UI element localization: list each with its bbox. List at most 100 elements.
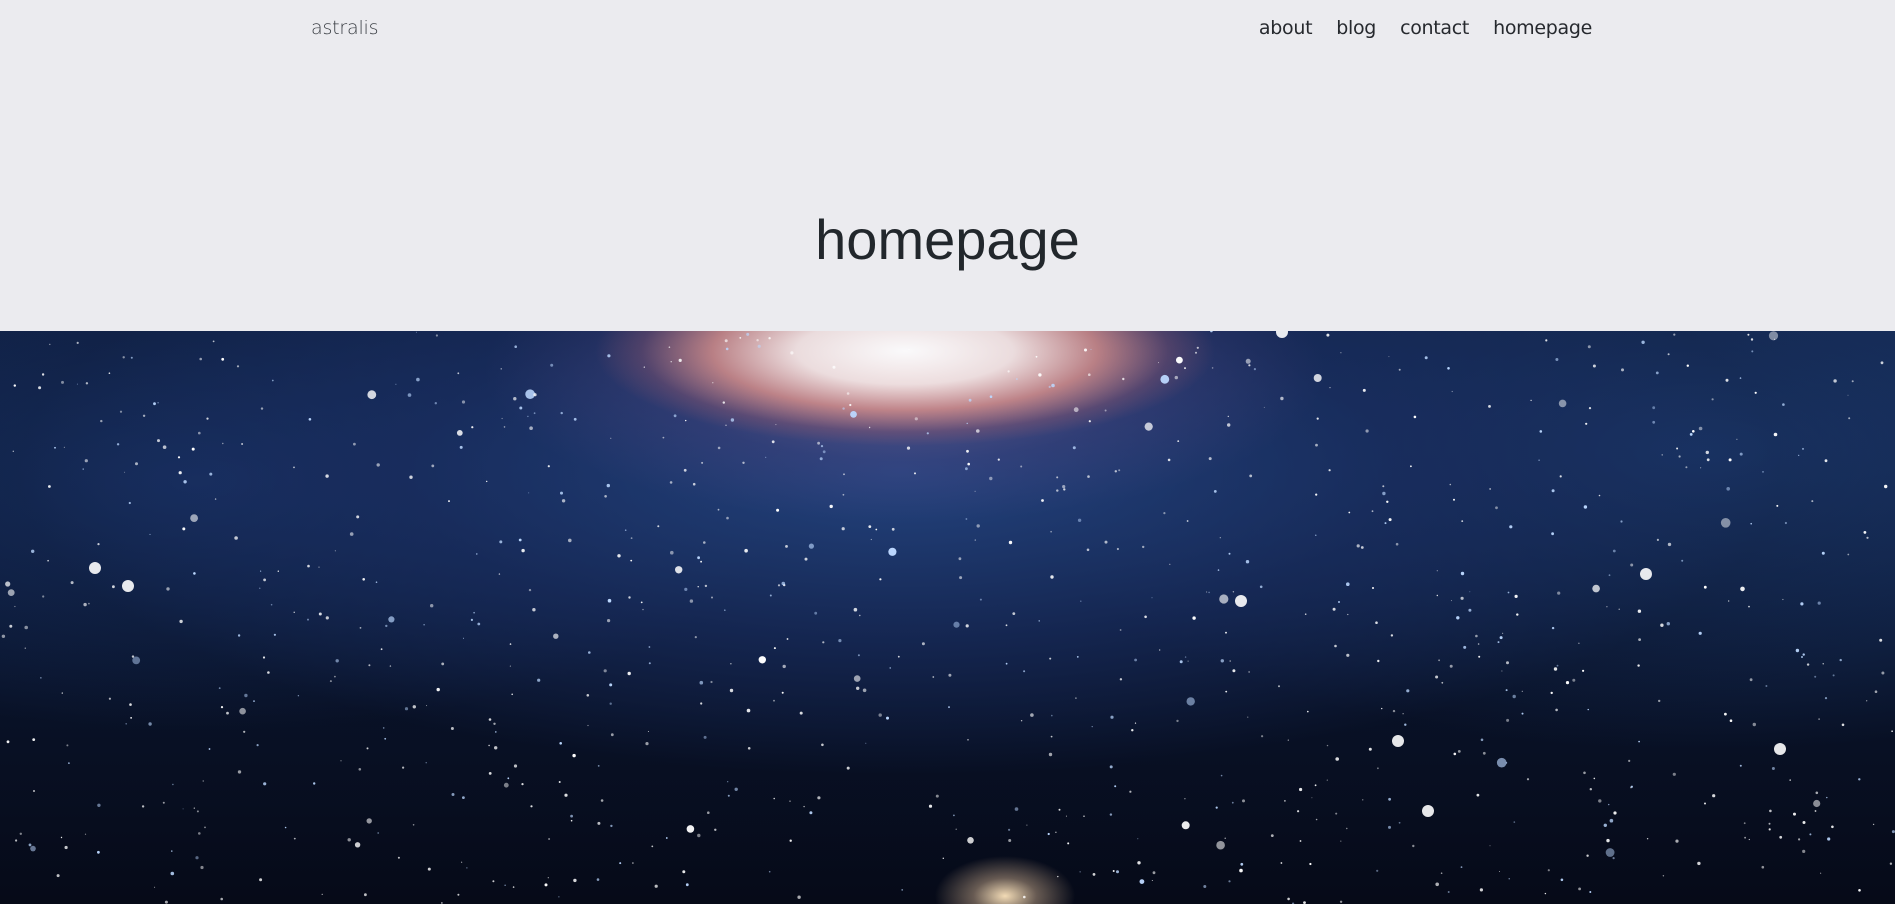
star — [692, 482, 696, 486]
star — [729, 688, 734, 693]
star — [1578, 887, 1581, 891]
star — [507, 777, 510, 780]
star — [368, 664, 371, 667]
star — [1551, 532, 1554, 536]
star — [570, 819, 573, 822]
star — [1075, 697, 1077, 699]
star — [212, 340, 215, 343]
star — [1057, 875, 1059, 878]
star — [1706, 458, 1710, 462]
nav-item-contact[interactable]: contact — [1400, 17, 1469, 39]
star — [202, 780, 204, 782]
star — [260, 407, 264, 410]
star — [561, 499, 566, 503]
star — [1440, 872, 1443, 874]
star — [1192, 616, 1196, 620]
star — [955, 828, 957, 830]
star — [856, 686, 860, 690]
star — [243, 730, 246, 733]
star — [397, 856, 400, 859]
star — [308, 418, 312, 421]
star — [1220, 659, 1225, 663]
star — [989, 476, 993, 481]
star — [1872, 823, 1875, 826]
star — [606, 483, 610, 488]
star — [41, 373, 45, 376]
star — [1144, 615, 1147, 619]
star — [1698, 631, 1702, 635]
star — [1774, 338, 1775, 340]
star — [1307, 710, 1309, 713]
bright-star — [1235, 595, 1247, 607]
star — [1748, 838, 1750, 841]
star — [1585, 422, 1588, 425]
star — [974, 490, 976, 492]
star — [1667, 353, 1670, 356]
star — [1811, 500, 1814, 503]
star — [942, 857, 944, 859]
star — [141, 805, 145, 808]
star — [24, 625, 29, 630]
star — [1457, 750, 1461, 753]
star — [1086, 548, 1090, 552]
star — [1583, 771, 1586, 775]
star — [1048, 752, 1053, 757]
star — [1453, 752, 1457, 756]
nav-item-homepage[interactable]: homepage — [1493, 17, 1592, 39]
star — [521, 783, 524, 786]
star — [100, 419, 103, 423]
star — [959, 576, 963, 580]
nav-item-about[interactable]: about — [1259, 17, 1313, 39]
star — [657, 525, 660, 528]
star — [1630, 563, 1634, 567]
star — [376, 463, 380, 467]
star — [1802, 653, 1805, 656]
star — [1023, 670, 1026, 673]
star — [1449, 664, 1453, 668]
star — [1739, 764, 1742, 767]
star — [1382, 491, 1386, 496]
star — [1874, 690, 1878, 693]
star — [809, 811, 813, 815]
star — [1245, 358, 1251, 364]
star — [675, 566, 683, 574]
star — [148, 722, 152, 726]
bright-star — [1392, 735, 1404, 747]
star — [1329, 387, 1331, 389]
star — [573, 878, 577, 883]
star — [1038, 373, 1042, 377]
star — [48, 485, 51, 488]
star — [624, 529, 627, 531]
star — [1118, 469, 1121, 472]
star — [24, 647, 26, 649]
star — [1822, 663, 1824, 665]
star — [785, 545, 788, 548]
star — [683, 468, 687, 472]
star — [459, 445, 463, 449]
star — [199, 357, 202, 361]
star — [191, 447, 195, 451]
star — [799, 711, 803, 715]
star — [725, 347, 729, 351]
star — [1340, 840, 1342, 842]
starfield — [1, 331, 1895, 904]
nav-item-blog[interactable]: blog — [1336, 17, 1376, 39]
star — [1832, 674, 1835, 677]
star — [814, 611, 818, 615]
star — [1598, 494, 1601, 497]
star — [897, 655, 900, 658]
star — [547, 465, 550, 468]
star — [953, 621, 960, 628]
star — [891, 527, 895, 531]
star — [1181, 821, 1190, 830]
star — [1377, 767, 1379, 770]
star — [166, 587, 170, 591]
site-name-link[interactable]: astralis — [311, 17, 379, 39]
star — [1058, 808, 1061, 811]
star — [699, 680, 704, 685]
star — [1776, 504, 1779, 507]
star — [607, 619, 611, 623]
star — [1813, 799, 1821, 808]
star — [1501, 670, 1503, 672]
star — [932, 676, 935, 678]
